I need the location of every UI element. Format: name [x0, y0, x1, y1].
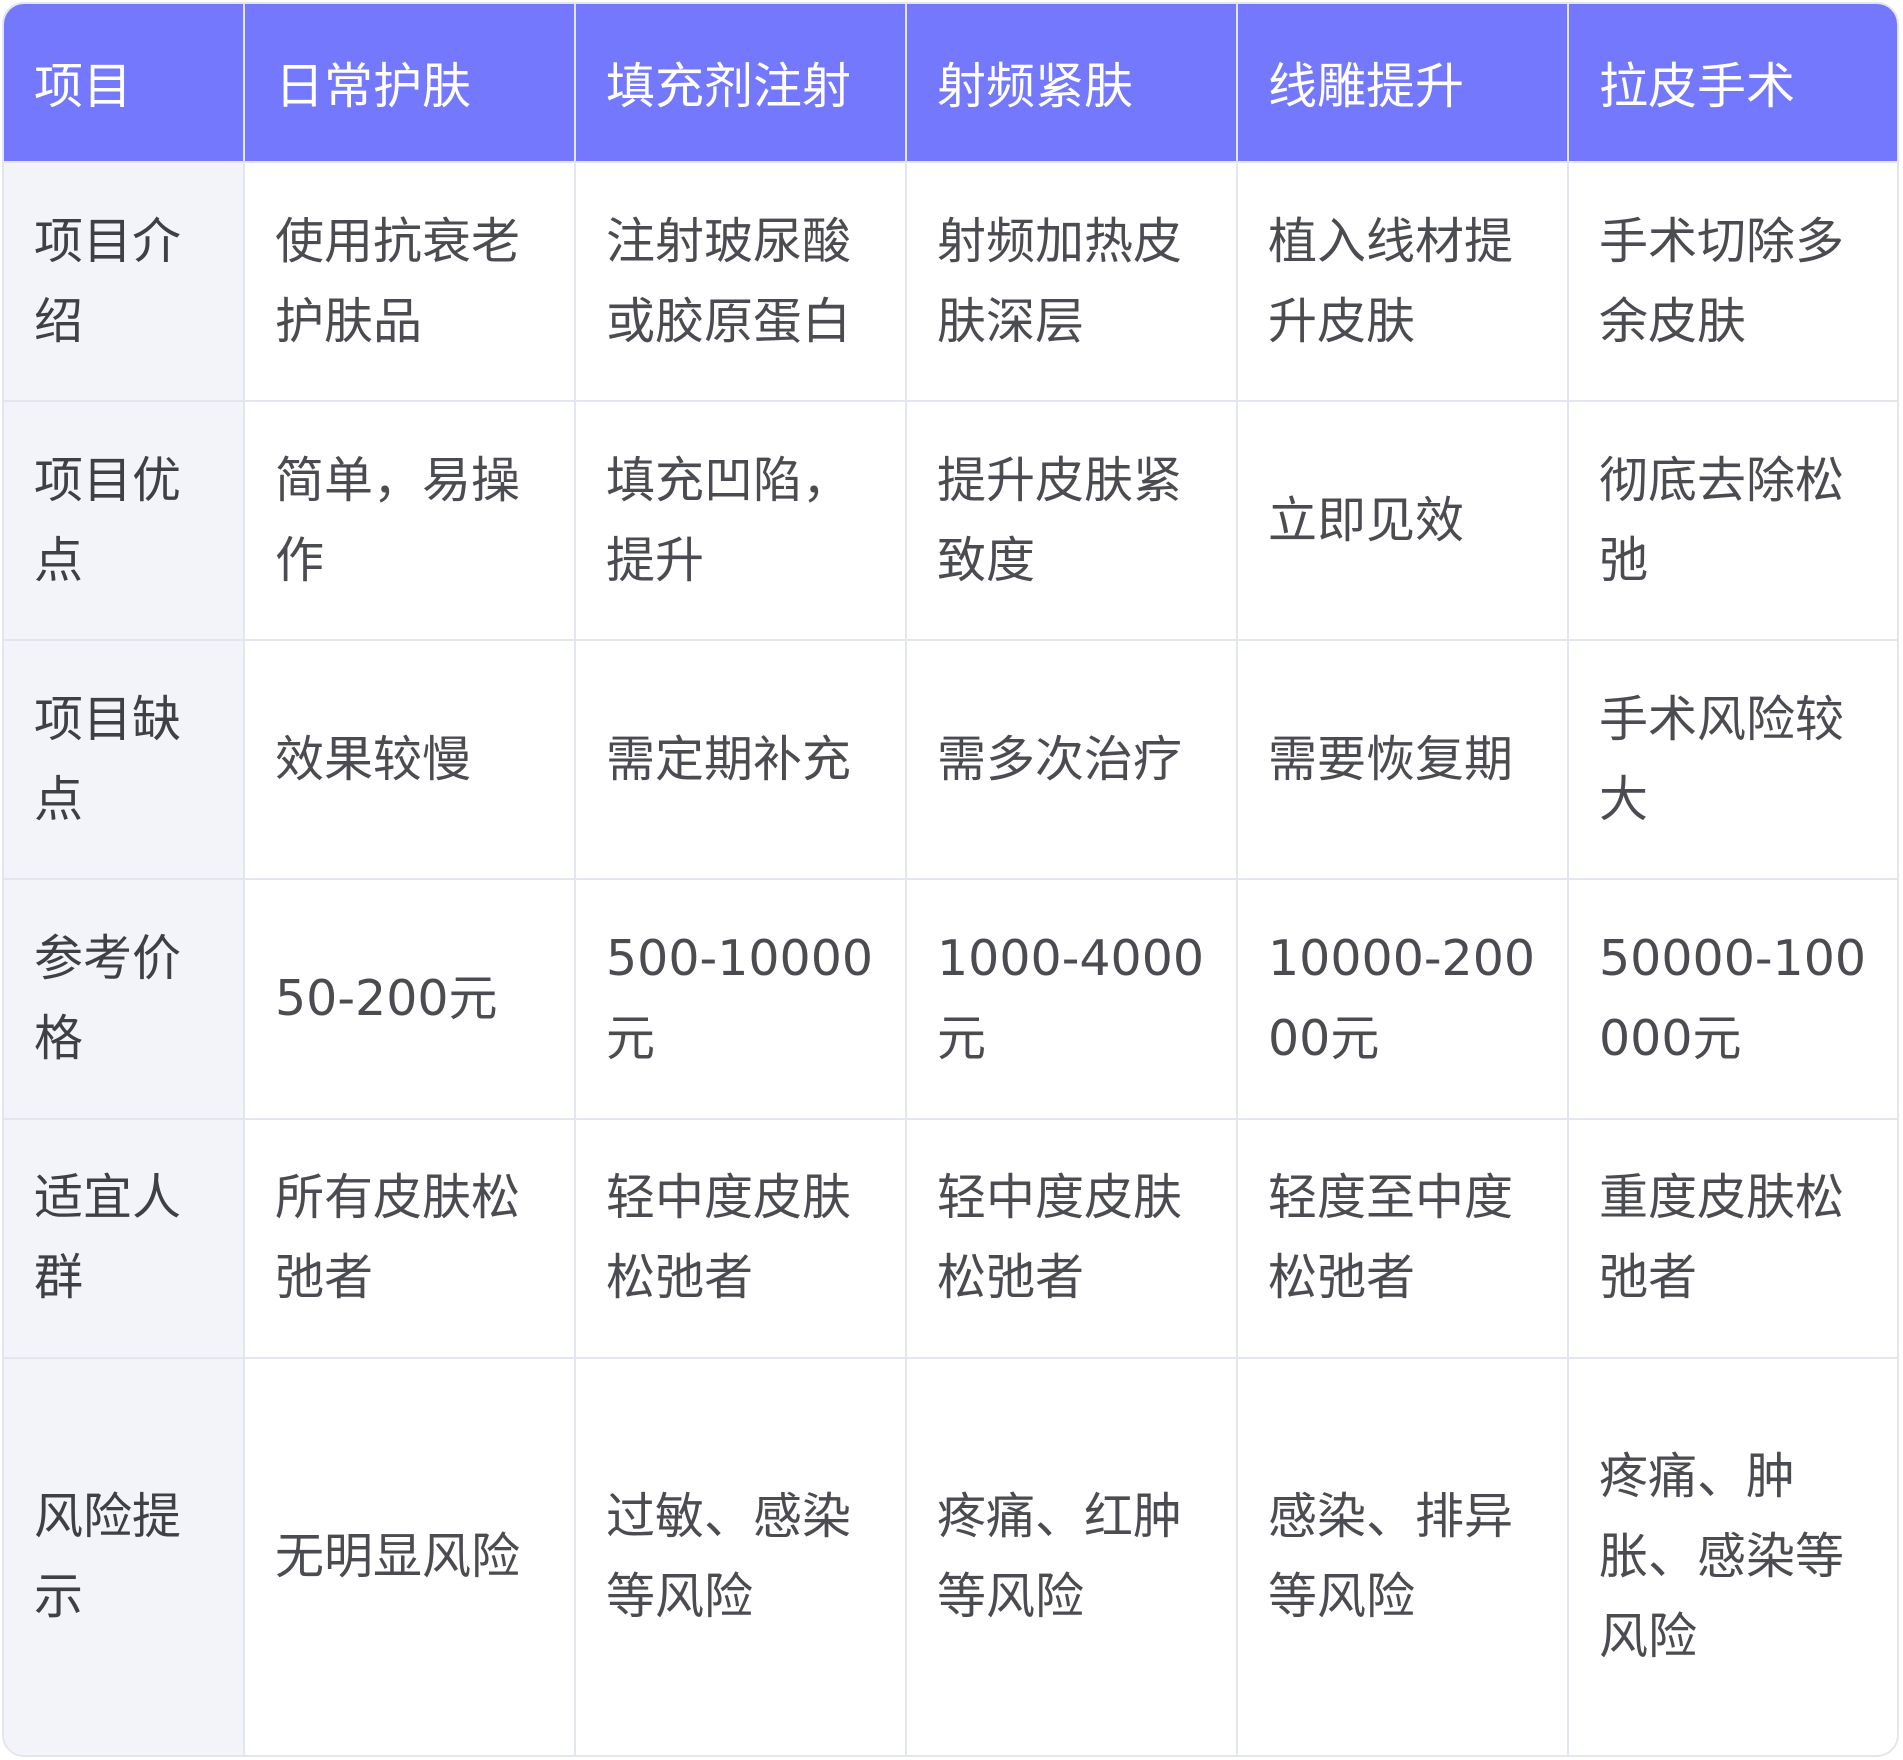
table-cell: 效果较慢	[244, 639, 576, 880]
header-cell-daily-skincare: 日常护肤	[244, 4, 576, 162]
table-cell: 简单，易操作	[244, 400, 576, 641]
table-cell: 轻度至中度松弛者	[1237, 1117, 1569, 1358]
table-cell: 疼痛、肿胀、感染等风险	[1568, 1356, 1897, 1755]
table-cell: 填充凹陷，提升	[575, 400, 907, 641]
table-cell: 彻底去除松弛	[1568, 400, 1897, 641]
header-row: 项目 日常护肤 填充剂注射 射频紧肤 线雕提升 拉皮手术	[4, 4, 1897, 162]
table-cell: 使用抗衰老护肤品	[244, 160, 576, 402]
table-cell: 500-10000元	[575, 878, 907, 1119]
table-row: 适宜人群 所有皮肤松弛者 轻中度皮肤松弛者 轻中度皮肤松弛者 轻度至中度松弛者 …	[4, 1117, 1897, 1358]
table-cell: 重度皮肤松弛者	[1568, 1117, 1897, 1358]
table-cell: 1000-4000元	[906, 878, 1238, 1119]
table-cell: 手术风险较大	[1568, 639, 1897, 880]
table-row: 风险提示 无明显风险 过敏、感染等风险 疼痛、红肿等风险 感染、排异等风险 疼痛…	[4, 1356, 1897, 1755]
row-label: 风险提示	[4, 1356, 245, 1755]
table-cell: 无明显风险	[244, 1356, 576, 1755]
table-cell: 所有皮肤松弛者	[244, 1117, 576, 1358]
table-cell: 需定期补充	[575, 639, 907, 880]
table-cell: 立即见效	[1237, 400, 1569, 641]
table-cell: 50000-100000元	[1568, 878, 1897, 1119]
comparison-table: 项目 日常护肤 填充剂注射 射频紧肤 线雕提升 拉皮手术 项目介绍 使用抗衰老护…	[4, 4, 1897, 1755]
table-row: 项目优点 简单，易操作 填充凹陷，提升 提升皮肤紧致度 立即见效 彻底去除松弛	[4, 400, 1897, 641]
table-cell: 手术切除多余皮肤	[1568, 160, 1897, 402]
table-cell: 10000-20000元	[1237, 878, 1569, 1119]
row-label: 项目缺点	[4, 639, 245, 880]
row-label: 适宜人群	[4, 1117, 245, 1358]
header-cell-filler-injection: 填充剂注射	[575, 4, 907, 162]
table-row: 项目缺点 效果较慢 需定期补充 需多次治疗 需要恢复期 手术风险较大	[4, 639, 1897, 880]
header-cell-rf-tightening: 射频紧肤	[906, 4, 1238, 162]
table-cell: 注射玻尿酸或胶原蛋白	[575, 160, 907, 402]
table-cell: 植入线材提升皮肤	[1237, 160, 1569, 402]
table-row: 参考价格 50-200元 500-10000元 1000-4000元 10000…	[4, 878, 1897, 1119]
table-cell: 疼痛、红肿等风险	[906, 1356, 1238, 1755]
header-cell-facelift-surgery: 拉皮手术	[1568, 4, 1897, 162]
table-cell: 过敏、感染等风险	[575, 1356, 907, 1755]
table-cell: 需要恢复期	[1237, 639, 1569, 880]
table-cell: 感染、排异等风险	[1237, 1356, 1569, 1755]
header-cell-thread-lift: 线雕提升	[1237, 4, 1569, 162]
table-cell: 提升皮肤紧致度	[906, 400, 1238, 641]
row-label: 参考价格	[4, 878, 245, 1119]
table-cell: 50-200元	[244, 878, 576, 1119]
row-label: 项目优点	[4, 400, 245, 641]
table-cell: 需多次治疗	[906, 639, 1238, 880]
table-cell: 射频加热皮肤深层	[906, 160, 1238, 402]
table-row: 项目介绍 使用抗衰老护肤品 注射玻尿酸或胶原蛋白 射频加热皮肤深层 植入线材提升…	[4, 160, 1897, 402]
header-cell-item: 项目	[4, 4, 245, 162]
table-cell: 轻中度皮肤松弛者	[906, 1117, 1238, 1358]
table-cell: 轻中度皮肤松弛者	[575, 1117, 907, 1358]
row-label: 项目介绍	[4, 160, 245, 402]
comparison-table-container: 项目 日常护肤 填充剂注射 射频紧肤 线雕提升 拉皮手术 项目介绍 使用抗衰老护…	[2, 2, 1899, 1757]
